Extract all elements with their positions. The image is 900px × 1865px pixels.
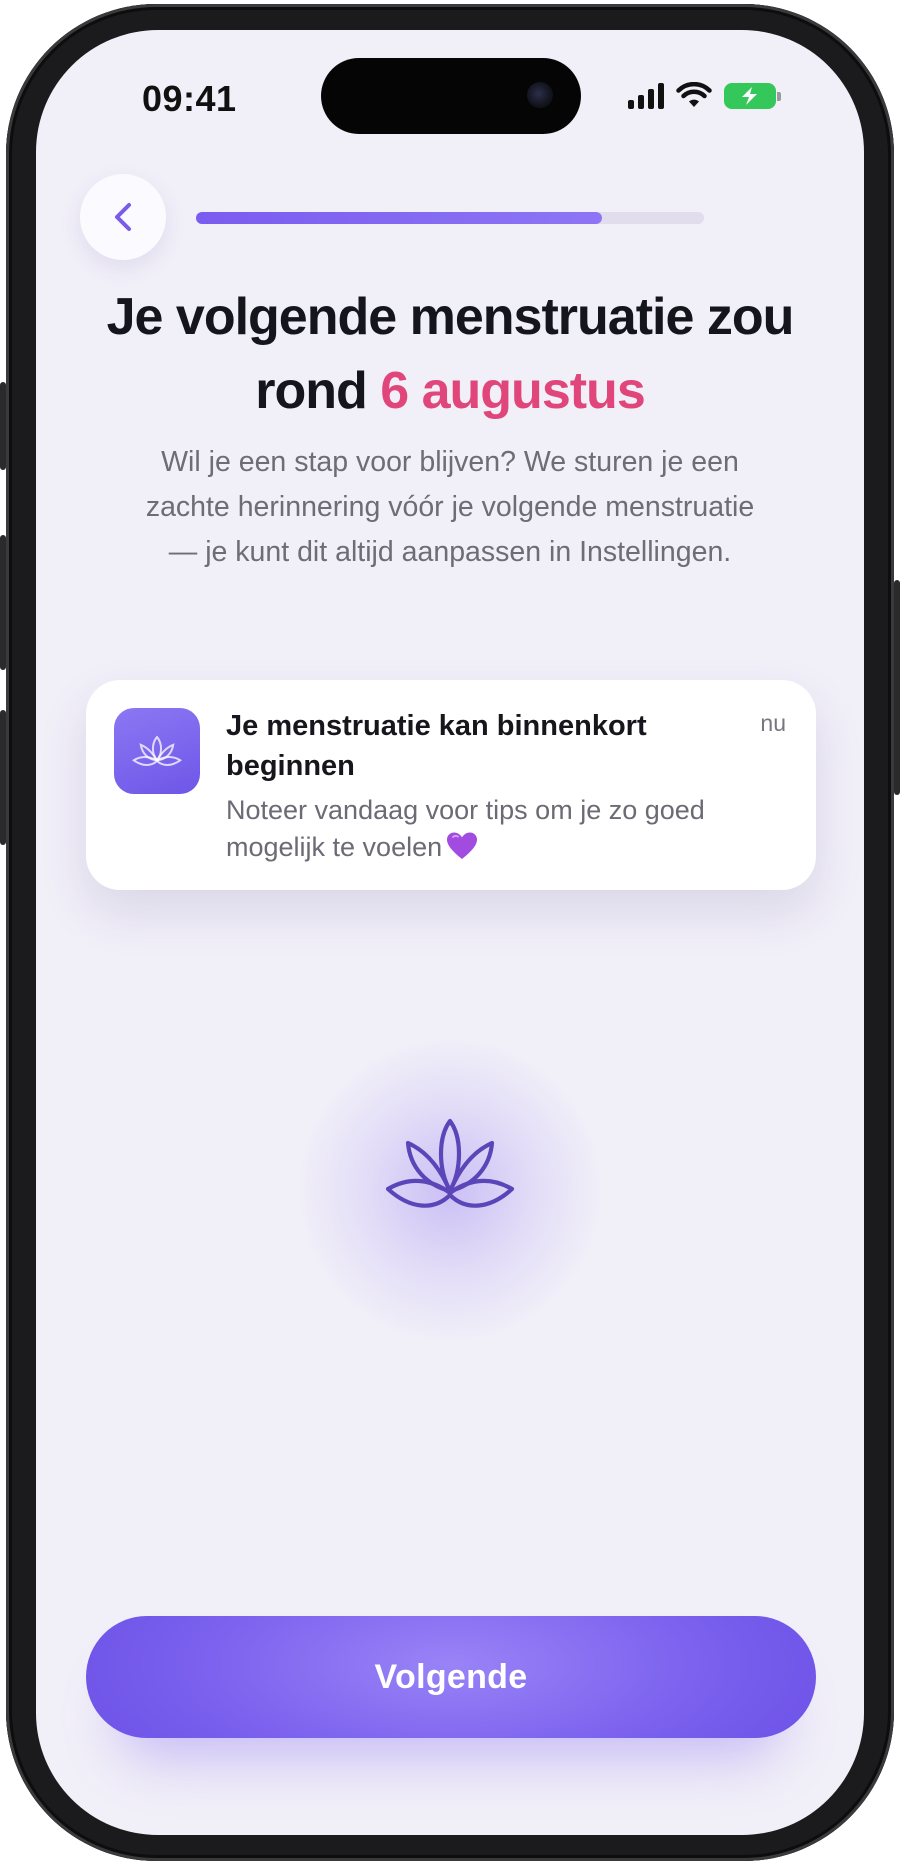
notification-preview-card: Je menstruatie kan binnenkort beginnen n… <box>86 680 816 890</box>
wifi-icon <box>676 82 712 107</box>
status-icons <box>628 82 781 110</box>
lotus-icon <box>385 1118 515 1208</box>
title-date-highlight: 6 augustus <box>380 362 645 420</box>
back-chevron-icon <box>115 203 131 231</box>
notification-title: Je menstruatie kan binnenkort beginnen <box>226 710 647 782</box>
back-button[interactable] <box>80 174 166 260</box>
camera-icon <box>527 82 553 108</box>
app-icon <box>114 708 200 794</box>
battery-charging-icon <box>724 83 781 109</box>
action-button-hardware <box>0 382 6 470</box>
status-time: 09:41 <box>142 78 237 119</box>
progress-fill <box>196 212 603 224</box>
signal-icon <box>628 83 664 109</box>
screen: 09:41 Je volgende menstruatie zou rond 6… <box>36 30 864 1835</box>
lotus-icon <box>132 735 182 767</box>
page-subtitle: Wil je een stap voor blijven? We sturen … <box>145 446 755 568</box>
volume-down-hardware <box>0 710 6 845</box>
notification-time: nu <box>760 710 786 736</box>
next-button[interactable]: Volgende <box>86 1616 816 1738</box>
dynamic-island <box>321 58 581 134</box>
power-button-hardware <box>894 580 900 795</box>
onboarding-progress-bar <box>196 212 704 224</box>
notification-body: Noteer vandaag voor tips om je zo goed m… <box>226 792 786 866</box>
volume-up-hardware <box>0 535 6 670</box>
page-title: Je volgende menstruatie zou rond 6 augus… <box>66 280 834 428</box>
purple-heart-icon <box>447 832 478 859</box>
